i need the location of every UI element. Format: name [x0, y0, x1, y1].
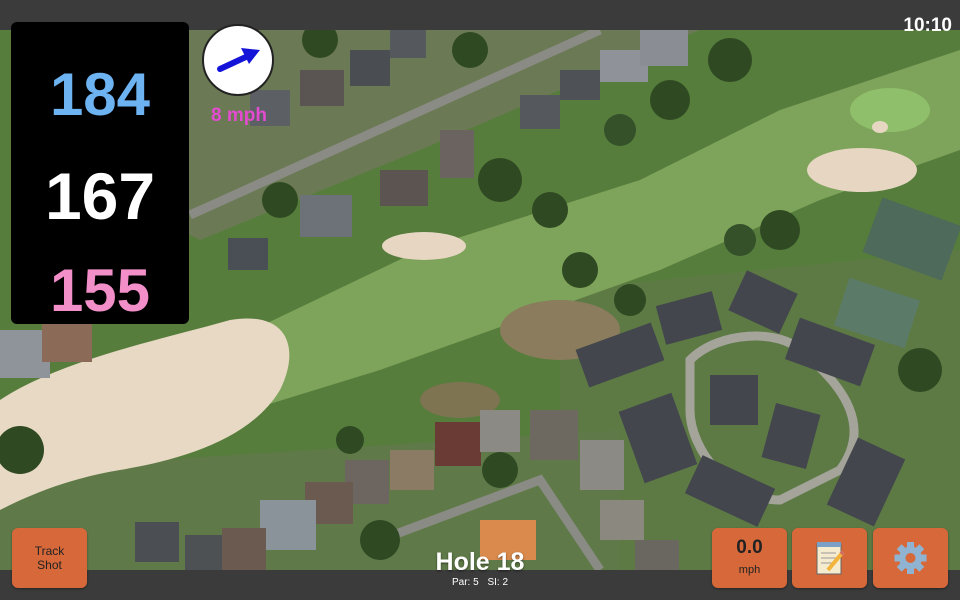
track-shot-button[interactable]: Track Shot: [12, 528, 87, 588]
hole-title: Hole 18: [435, 548, 525, 576]
settings-button[interactable]: [873, 528, 948, 588]
wind-indicator: [202, 24, 274, 96]
hole-stroke-index: SI: 2: [487, 577, 509, 588]
back-distance: 184: [49, 61, 151, 128]
wind-speed: 8 mph: [211, 105, 267, 126]
notepad-icon: [816, 542, 845, 575]
hole-par: Par: 5: [451, 577, 479, 588]
front-distance: 155: [49, 257, 151, 324]
arrow-right-up-icon: [217, 48, 260, 72]
gear-icon: [894, 542, 927, 574]
middle-distance: 167: [44, 159, 156, 233]
notes-button[interactable]: [792, 528, 867, 588]
track-shot-label: Track Shot: [34, 544, 65, 572]
speed-button[interactable]: 0.0 mph: [712, 528, 787, 588]
hole-info: Par: 5 SI: 2: [400, 577, 560, 589]
clock: 10:10: [903, 15, 952, 36]
distance-panel: 184 167 155: [11, 22, 189, 324]
speed-value: 0.0: [736, 537, 763, 558]
speed-unit: mph: [738, 564, 761, 576]
